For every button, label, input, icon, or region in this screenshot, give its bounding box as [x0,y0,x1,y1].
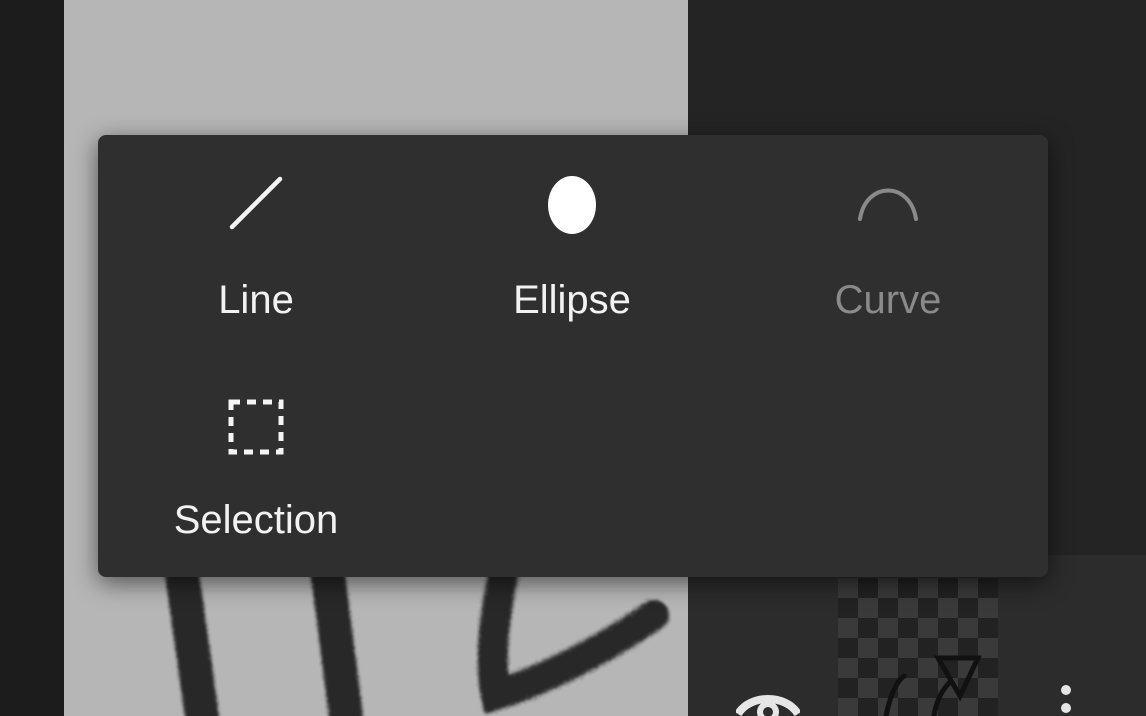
curve-tool-button[interactable]: Curve [730,135,1046,335]
ellipse-tool-label: Ellipse [513,278,631,322]
selection-tool-label: Selection [173,498,339,542]
eye-icon[interactable] [734,684,802,716]
layer-thumbnail[interactable] [838,578,998,716]
app-screen: Line Ellipse Curve Selection [0,0,1146,716]
more-icon[interactable] [1058,684,1074,716]
ellipse-icon [542,173,602,242]
thumbnail-strokes [883,655,982,716]
curve-icon [856,173,920,238]
shape-tool-popup: Line Ellipse Curve Selection [98,135,1048,577]
line-tool-label: Line [218,278,294,322]
selection-icon [228,399,284,460]
selection-tool-button[interactable]: Selection [98,357,414,557]
line-icon [226,173,286,238]
line-tool-button[interactable]: Line [98,135,414,335]
curve-tool-label: Curve [834,278,942,322]
ellipse-tool-button[interactable]: Ellipse [414,135,730,335]
